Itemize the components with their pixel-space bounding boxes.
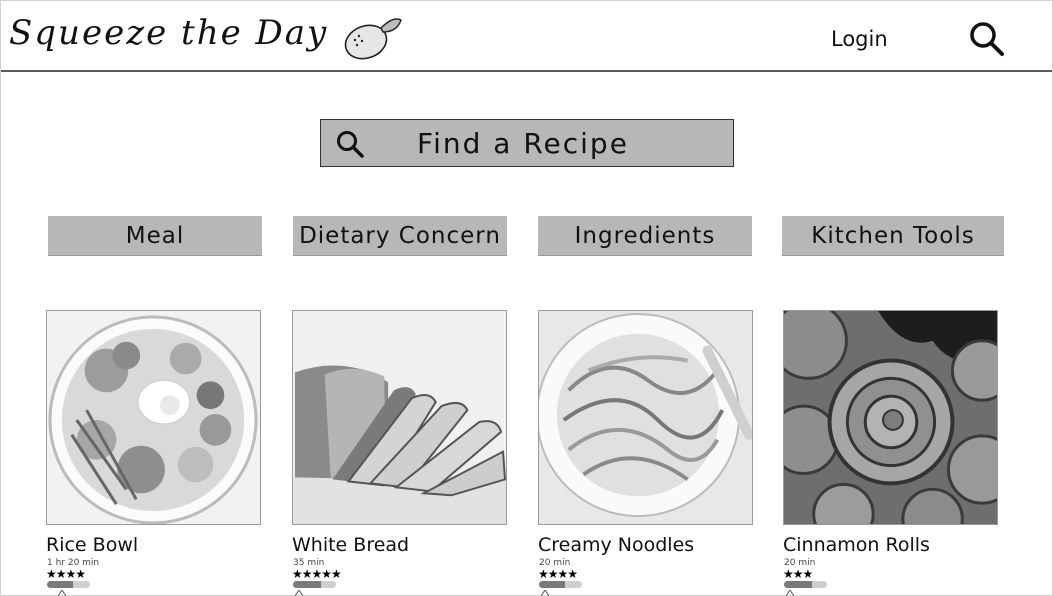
login-link[interactable]: Login bbox=[831, 27, 888, 51]
recipe-rating-stars: ★★★★★ bbox=[292, 567, 342, 581]
lemon-icon bbox=[344, 18, 402, 60]
recipe-title: Rice Bowl bbox=[46, 534, 139, 556]
caret-up-icon bbox=[58, 590, 66, 596]
recipe-image-rice-bowl bbox=[46, 310, 261, 525]
recipe-image-white-bread bbox=[292, 310, 507, 525]
difficulty-meter-fill bbox=[784, 581, 812, 588]
recipe-title: Cinnamon Rolls bbox=[783, 534, 930, 556]
search-icon[interactable] bbox=[967, 19, 1007, 59]
recipe-card-cinnamon-rolls[interactable]: Cinnamon Rolls 20 min ★★★ bbox=[783, 310, 999, 596]
category-ingredients-button[interactable]: Ingredients bbox=[538, 216, 752, 256]
search-icon bbox=[337, 131, 364, 158]
recipe-title: Creamy Noodles bbox=[538, 534, 695, 556]
difficulty-meter bbox=[293, 581, 336, 588]
difficulty-meter bbox=[539, 581, 582, 588]
caret-up-icon bbox=[295, 590, 303, 596]
recipe-rating-stars: ★★★★ bbox=[46, 567, 86, 581]
category-dietary-concern-button[interactable]: Dietary Concern bbox=[293, 216, 507, 256]
recipe-image-creamy-noodles bbox=[538, 310, 753, 525]
difficulty-meter-fill bbox=[47, 581, 73, 588]
caret-up-icon bbox=[541, 590, 549, 596]
caret-up-icon bbox=[786, 590, 794, 596]
find-recipe-button[interactable]: Find a Recipe bbox=[320, 119, 734, 167]
recipe-rating-stars: ★★★ bbox=[783, 567, 813, 581]
category-meal-button[interactable]: Meal bbox=[48, 216, 262, 256]
recipe-image-cinnamon-rolls bbox=[783, 310, 998, 525]
difficulty-meter-fill bbox=[293, 581, 321, 588]
difficulty-meter-fill bbox=[539, 581, 565, 588]
recipe-card-white-bread[interactable]: White Bread 35 min ★★★★★ bbox=[292, 310, 508, 596]
recipe-title: White Bread bbox=[292, 534, 410, 556]
recipe-rating-stars: ★★★★ bbox=[538, 567, 578, 581]
site-header: Squeeze the Day Login bbox=[1, 1, 1052, 72]
recipe-card-rice-bowl[interactable]: Rice Bowl 1 hr 20 min ★★★★ bbox=[46, 310, 262, 596]
recipe-card-creamy-noodles[interactable]: Creamy Noodles 20 min ★★★★ bbox=[538, 310, 754, 596]
site-logo-text[interactable]: Squeeze the Day bbox=[9, 13, 328, 53]
find-recipe-label: Find a Recipe bbox=[417, 127, 629, 160]
difficulty-meter bbox=[784, 581, 827, 588]
category-kitchen-tools-button[interactable]: Kitchen Tools bbox=[782, 216, 1004, 256]
difficulty-meter bbox=[47, 581, 90, 588]
